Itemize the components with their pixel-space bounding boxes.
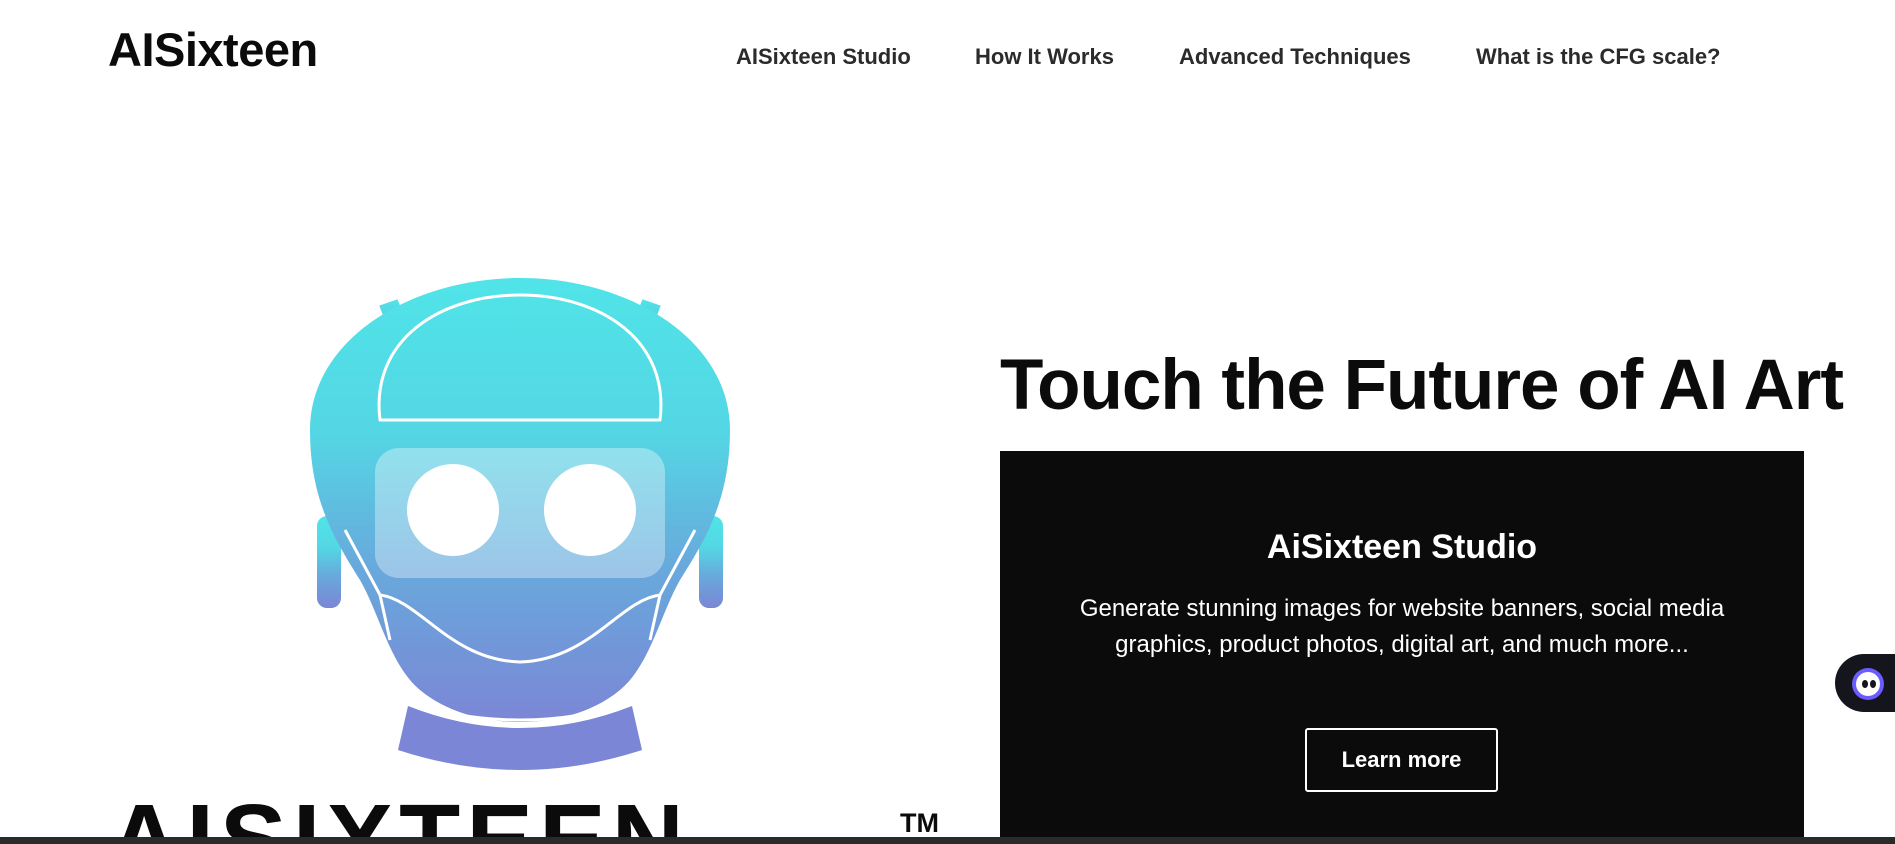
assistant-widget[interactable] [1835, 654, 1895, 712]
hero-title: Touch the Future of AI Art [1000, 346, 1844, 425]
bottom-scrollbar-strip [0, 837, 1895, 844]
nav-item-how-it-works[interactable]: How It Works [975, 44, 1114, 70]
nav-item-advanced-techniques[interactable]: Advanced Techniques [1179, 44, 1411, 70]
studio-promo-card: AiSixteen Studio Generate stunning image… [1000, 451, 1804, 844]
card-title: AiSixteen Studio [1266, 528, 1538, 566]
card-description: Generate stunning images for website ban… [1079, 595, 1725, 658]
learn-more-button[interactable]: Learn more [1305, 728, 1498, 792]
main-nav: AISixteen Studio How It Works Advanced T… [0, 44, 1895, 76]
nav-item-cfg-scale[interactable]: What is the CFG scale? [1476, 44, 1721, 70]
assistant-bot-icon [1852, 668, 1884, 700]
page: AISixteen AISixteen Studio How It Works … [0, 0, 1895, 844]
nav-item-aisixteen-studio[interactable]: AISixteen Studio [736, 44, 911, 70]
robot-mascot-icon [310, 278, 730, 770]
brand-wordmark: AISIXTEEN [108, 784, 690, 844]
trademark-symbol: TM [900, 808, 939, 838]
